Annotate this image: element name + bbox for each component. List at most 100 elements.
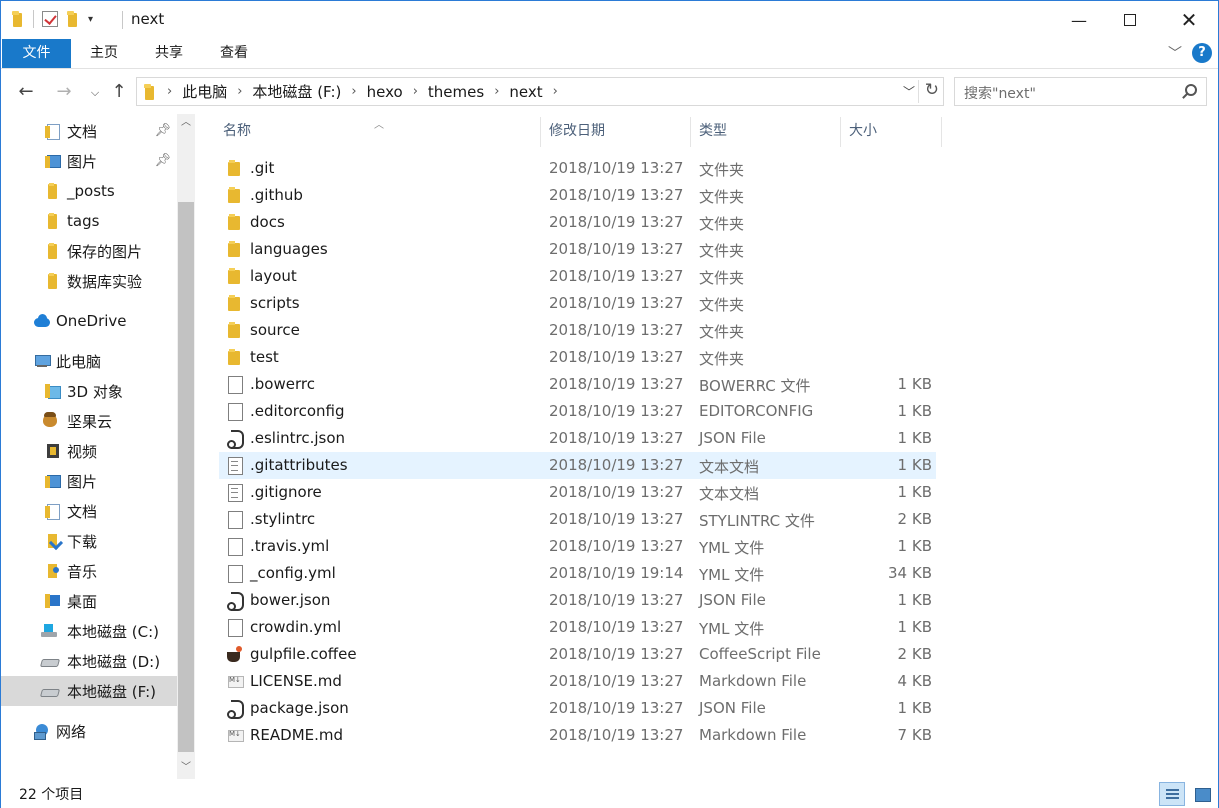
tab-home[interactable]: 主页 xyxy=(75,39,133,67)
table-row[interactable]: crowdin.yml 2018/10/19 13:27 YML 文件 1 KB xyxy=(219,614,936,641)
nav-item-onedrive[interactable]: OneDrive xyxy=(1,306,177,336)
file-type: YML 文件 xyxy=(699,539,765,557)
breadcrumb-item[interactable]: next xyxy=(509,83,542,101)
column-separator[interactable] xyxy=(941,117,942,147)
up-arrow-icon[interactable]: ↑ xyxy=(106,81,132,102)
tab-share[interactable]: 共享 xyxy=(140,39,198,67)
nav-item-videos[interactable]: 视频 xyxy=(1,436,177,466)
help-icon[interactable]: ? xyxy=(1192,43,1212,63)
nav-item-label: 图片 xyxy=(67,472,98,491)
table-row[interactable]: languages 2018/10/19 13:27 文件夹 xyxy=(219,236,936,263)
new-folder-icon[interactable] xyxy=(66,11,80,27)
table-row[interactable]: .editorconfig 2018/10/19 13:27 EDITORCONFI… xyxy=(219,398,936,425)
table-row[interactable]: .gitignore 2018/10/19 13:27 文本文档 1 KB xyxy=(219,479,936,506)
table-row[interactable]: docs 2018/10/19 13:27 文件夹 xyxy=(219,209,936,236)
back-arrow-icon[interactable]: ← xyxy=(13,81,39,102)
search-icon[interactable] xyxy=(1185,84,1197,96)
nav-item-3d-objects[interactable]: 3D 对象 xyxy=(1,376,177,406)
table-row[interactable]: test 2018/10/19 13:27 文件夹 xyxy=(219,344,936,371)
scrollbar-thumb[interactable] xyxy=(178,202,194,752)
column-name[interactable]: 名称 xyxy=(215,114,539,148)
nav-item-drive-f[interactable]: 本地磁盘 (F:) xyxy=(1,676,177,706)
chevron-right-icon[interactable]: › xyxy=(167,84,172,99)
file-modified-date: 2018/10/19 13:27 xyxy=(549,375,684,393)
chevron-right-icon[interactable]: › xyxy=(553,84,558,99)
table-row[interactable]: .eslintrc.json 2018/10/19 13:27 JSON File 1… xyxy=(219,425,936,452)
table-row[interactable]: .stylintrc 2018/10/19 13:27 STYLINTRC 文件 2 … xyxy=(219,506,936,533)
forward-arrow-icon[interactable]: → xyxy=(51,81,77,102)
chevron-right-icon[interactable]: › xyxy=(237,84,242,99)
recent-locations-chevron-icon[interactable]: ⌵ xyxy=(82,86,108,100)
minimize-button[interactable]: — xyxy=(1056,1,1102,39)
pin-icon[interactable]: 📌︎ xyxy=(154,153,171,168)
table-row[interactable]: .gitattributes 2018/10/19 13:27 文本文档 1 KB xyxy=(219,452,936,479)
column-size[interactable]: 大小 xyxy=(841,114,941,148)
file-modified-date: 2018/10/19 13:27 xyxy=(549,591,684,609)
pictures-icon xyxy=(45,153,61,169)
expand-ribbon-icon[interactable]: ﹀ xyxy=(1168,43,1182,63)
column-type[interactable]: 类型 xyxy=(691,114,840,148)
search-input[interactable]: 搜索"next" xyxy=(954,77,1207,106)
file-name: .eslintrc.json xyxy=(250,429,346,447)
file-modified-date: 2018/10/19 13:27 xyxy=(549,510,684,528)
pin-icon[interactable]: 📌︎ xyxy=(154,123,171,138)
nav-scrollbar[interactable]: ︿ ﹀ xyxy=(177,114,195,779)
table-row[interactable]: gulpfile.coffee 2018/10/19 13:27 CoffeeScr… xyxy=(219,641,936,668)
table-row[interactable]: .bowerrc 2018/10/19 13:27 BOWERRC 文件 1 KB xyxy=(219,371,936,398)
table-row[interactable]: README.md 2018/10/19 13:27 Markdown File 7 … xyxy=(219,722,936,749)
large-icons-view-button[interactable] xyxy=(1188,782,1214,806)
nav-item-nutstore[interactable]: 坚果云 xyxy=(1,406,177,436)
address-bar[interactable]: › 此电脑 › 本地磁盘 (F:) › hexo › themes › next… xyxy=(136,77,944,106)
table-row[interactable]: .git 2018/10/19 13:27 文件夹 xyxy=(219,155,936,182)
table-row[interactable]: source 2018/10/19 13:27 文件夹 xyxy=(219,317,936,344)
nav-item-documents-pinned[interactable]: 文档 📌︎ xyxy=(1,116,177,146)
nav-item-posts[interactable]: _posts xyxy=(1,176,177,206)
nav-item-drive-d[interactable]: 本地磁盘 (D:) xyxy=(1,646,177,676)
breadcrumb-item[interactable]: 本地磁盘 (F:) xyxy=(252,81,341,102)
nav-item-network[interactable]: 网络 xyxy=(1,716,177,746)
nav-item-pictures-pinned[interactable]: 图片 📌︎ xyxy=(1,146,177,176)
nav-item-music[interactable]: 音乐 xyxy=(1,556,177,586)
breadcrumb-item[interactable]: hexo xyxy=(367,83,403,101)
table-row[interactable]: package.json 2018/10/19 13:27 JSON File 1 K… xyxy=(219,695,936,722)
table-row[interactable]: layout 2018/10/19 13:27 文件夹 xyxy=(219,263,936,290)
nav-item-tags[interactable]: tags xyxy=(1,206,177,236)
table-row[interactable]: scripts 2018/10/19 13:27 文件夹 xyxy=(219,290,936,317)
nav-item-drive-c[interactable]: 本地磁盘 (C:) xyxy=(1,616,177,646)
table-row[interactable]: .travis.yml 2018/10/19 13:27 YML 文件 1 KB xyxy=(219,533,936,560)
chevron-down-icon[interactable]: ﹀ xyxy=(903,83,915,100)
breadcrumb-item[interactable]: 此电脑 xyxy=(182,81,227,102)
table-row[interactable]: .github 2018/10/19 13:27 文件夹 xyxy=(219,182,936,209)
table-row[interactable]: _config.yml 2018/10/19 19:14 YML 文件 34 KB xyxy=(219,560,936,587)
nav-item-downloads[interactable]: 下载 xyxy=(1,526,177,556)
column-date[interactable]: 修改日期 xyxy=(541,114,690,148)
tab-file[interactable]: 文件 xyxy=(2,39,71,68)
nav-item-database-lab[interactable]: 数据库实验 xyxy=(1,266,177,296)
refresh-icon[interactable]: ↻ xyxy=(925,80,939,100)
nav-item-desktop[interactable]: 桌面 xyxy=(1,586,177,616)
properties-icon[interactable] xyxy=(42,11,58,27)
nav-item-saved-pictures[interactable]: 保存的图片 xyxy=(1,236,177,266)
file-name: crowdin.yml xyxy=(250,618,342,636)
file-size: 1 KB xyxy=(897,537,932,555)
file-type: EDITORCONFIG xyxy=(699,402,814,420)
breadcrumb-item[interactable]: themes xyxy=(428,83,484,101)
chevron-right-icon[interactable]: › xyxy=(494,84,499,99)
file-name: .travis.yml xyxy=(250,537,330,555)
tab-view[interactable]: 查看 xyxy=(205,39,263,67)
table-row[interactable]: bower.json 2018/10/19 13:27 JSON File 1 KB xyxy=(219,587,936,614)
nav-item-pictures[interactable]: 图片 xyxy=(1,466,177,496)
customize-toolbar-icon[interactable]: ▾ xyxy=(88,14,93,25)
details-view-button[interactable] xyxy=(1159,782,1185,806)
close-button[interactable]: ✕ xyxy=(1166,1,1212,39)
maximize-button[interactable] xyxy=(1107,1,1153,39)
nav-item-documents[interactable]: 文档 xyxy=(1,496,177,526)
scroll-up-icon[interactable]: ︿ xyxy=(177,114,195,132)
chevron-right-icon[interactable]: › xyxy=(413,84,418,99)
folder-icon xyxy=(227,241,243,258)
file-size: 2 KB xyxy=(897,645,932,663)
table-row[interactable]: LICENSE.md 2018/10/19 13:27 Markdown File 4… xyxy=(219,668,936,695)
nav-item-this-pc[interactable]: 此电脑 xyxy=(1,346,177,376)
scroll-down-icon[interactable]: ﹀ xyxy=(177,759,195,777)
chevron-right-icon[interactable]: › xyxy=(351,84,356,99)
